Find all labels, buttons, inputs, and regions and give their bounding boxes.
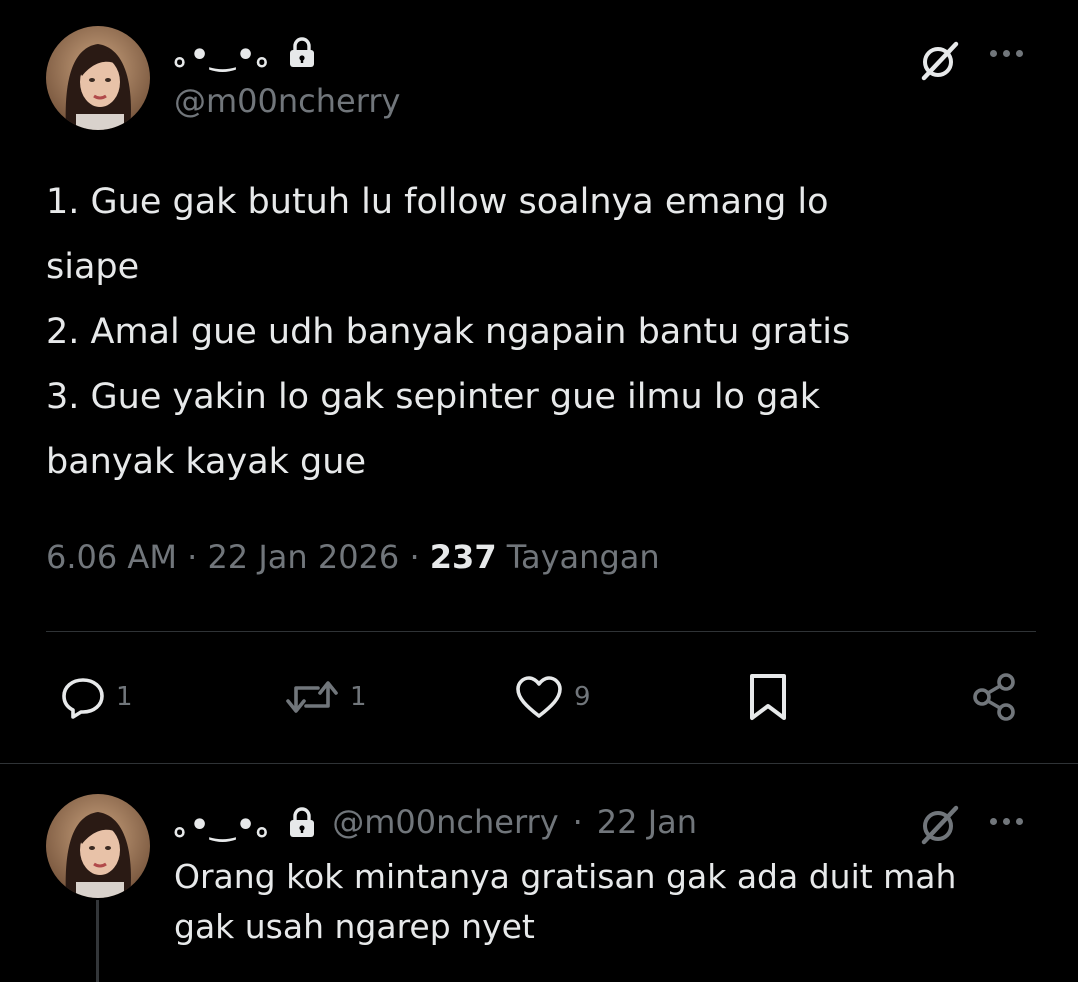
divider <box>0 763 1078 764</box>
tweet-line: banyak kayak gue <box>46 442 366 482</box>
share-button[interactable] <box>970 672 1020 722</box>
more-icon[interactable] <box>990 814 1030 828</box>
reply-count: 1 <box>116 682 133 712</box>
reply-date[interactable]: 22 Jan <box>597 803 697 841</box>
meta-separator: · <box>409 538 420 576</box>
display-name-text: ｡•‿•｡ <box>174 38 273 73</box>
tweet-line: 1. Gue gak butuh lu follow soalnya emang… <box>46 182 829 222</box>
reply-button[interactable]: 1 <box>60 674 133 720</box>
more-icon[interactable] <box>990 46 1030 60</box>
meta-separator: · <box>187 538 198 576</box>
reply-display-name[interactable]: ｡•‿•｡ <box>174 800 318 844</box>
reply-avatar[interactable] <box>46 794 150 898</box>
views-count: 237 <box>429 538 497 576</box>
reply-icon <box>60 674 106 720</box>
like-count: 9 <box>574 682 591 712</box>
tweet-date[interactable]: 22 Jan 2026 <box>207 538 399 576</box>
display-name-text: ｡•‿•｡ <box>174 808 273 843</box>
reply-header: ｡•‿•｡ @m00ncherry · 22 Jan <box>174 800 697 844</box>
handle[interactable]: @m00ncherry <box>174 82 400 120</box>
grok-icon[interactable] <box>918 38 962 82</box>
thread-line <box>96 900 99 982</box>
tweet-time[interactable]: 6.06 AM <box>46 538 177 576</box>
tweet-line: 2. Amal gue udh banyak ngapain bantu gra… <box>46 312 851 352</box>
heart-icon <box>514 674 564 720</box>
reply-line: gak usah ngarep nyet <box>174 907 535 946</box>
reply-line: Orang kok mintanya gratisan gak ada duit… <box>174 857 957 896</box>
bookmark-button[interactable] <box>746 672 790 722</box>
tweet-text: 1. Gue gak butuh lu follow soalnya emang… <box>46 170 1036 495</box>
tweet-line: 3. Gue yakin lo gak sepinter gue ilmu lo… <box>46 377 821 417</box>
tweet-meta: 6.06 AM · 22 Jan 2026 · 237 Tayangan <box>46 538 660 576</box>
share-icon <box>970 672 1020 722</box>
lock-icon <box>286 806 318 838</box>
like-button[interactable]: 9 <box>514 674 591 720</box>
lock-icon <box>286 36 318 68</box>
divider <box>46 631 1036 632</box>
avatar[interactable] <box>46 26 150 130</box>
reply-text: Orang kok mintanya gratisan gak ada duit… <box>174 852 956 952</box>
reply-handle[interactable]: @m00ncherry <box>332 803 558 841</box>
retweet-icon <box>284 674 340 720</box>
retweet-count: 1 <box>350 682 367 712</box>
tweet-line: siape <box>46 247 140 287</box>
views-label: Tayangan <box>506 538 660 576</box>
grok-icon[interactable] <box>918 802 962 846</box>
bookmark-icon <box>746 672 790 722</box>
retweet-button[interactable]: 1 <box>284 674 367 720</box>
display-name[interactable]: ｡•‿•｡ <box>174 30 318 74</box>
meta-separator: · <box>572 803 583 841</box>
